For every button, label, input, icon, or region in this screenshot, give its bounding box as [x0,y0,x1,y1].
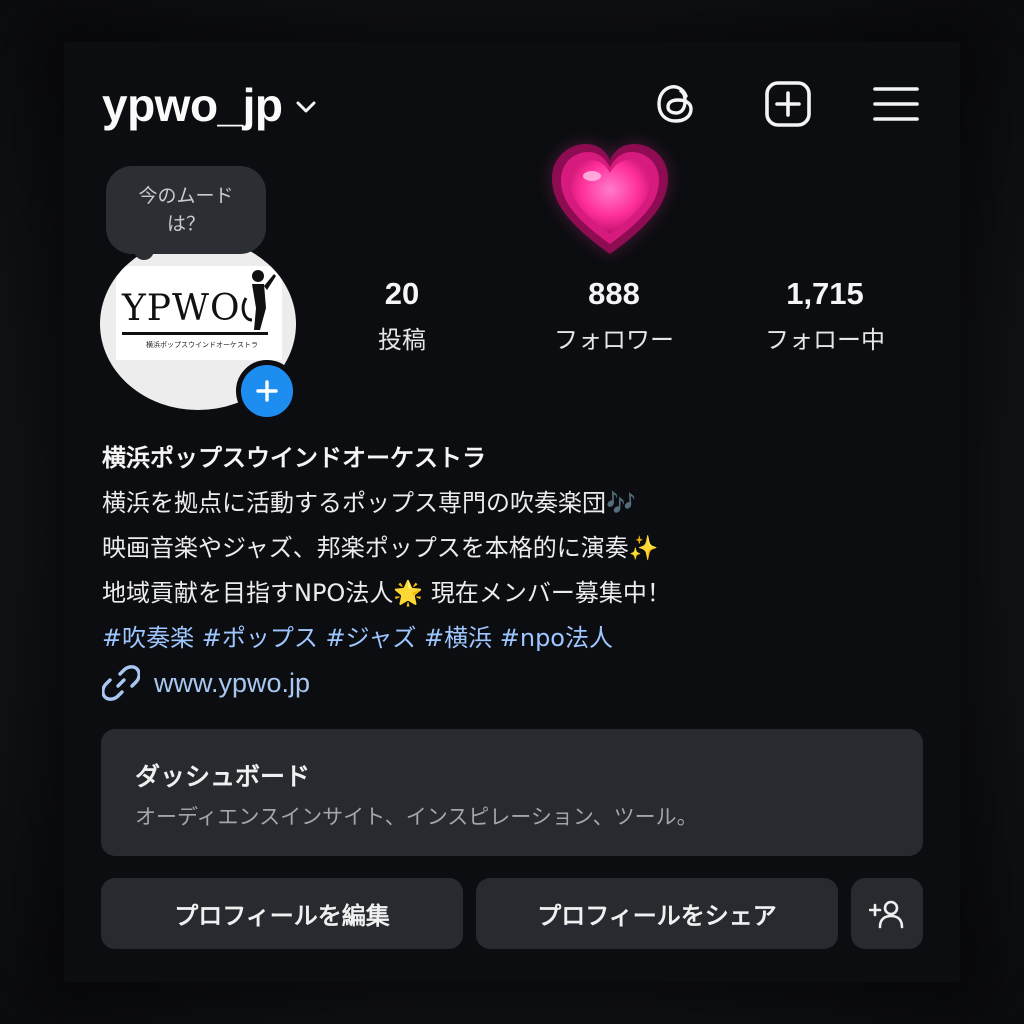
stat-value: 1,715 [786,276,864,311]
username-switcher[interactable]: ypwo_jp [102,78,317,132]
saxophone-player-icon [241,270,276,330]
mood-line-2: は？ [166,213,205,235]
edit-profile-label: プロフィールを編集 [174,902,390,930]
plus-icon [256,380,278,402]
stat-followers[interactable]: 888 フォロワー [524,276,704,355]
chevron-down-icon [295,99,317,118]
create-post-icon[interactable] [762,78,814,130]
link-url[interactable]: www.ypwo.jp [154,668,310,699]
mood-line-1: 今のムード [138,185,234,207]
bio-line: 地域貢献を目指すNPO法人🌟 現在メンバー募集中！ [102,579,671,607]
logo-subtitle: 横浜ポップスウインドオーケストラ [146,341,258,349]
professional-dashboard-card[interactable]: ダッシュボード オーディエンスインサイト、インスピレーション、ツール。 [101,729,923,856]
stat-label: 投稿 [378,326,426,354]
stat-value: 888 [588,276,640,311]
heart-sticker-icon [548,140,672,260]
edit-profile-button[interactable]: プロフィールを編集 [101,878,463,949]
stat-value: 20 [384,276,420,311]
logo-text: YPWO [122,288,241,329]
stat-label: フォロー中 [765,326,885,354]
mood-note-bubble[interactable]: 今のムード は？ [106,166,266,254]
bio-line: 映画音楽やジャズ、邦楽ポップスを本格的に演奏✨ [102,534,659,562]
ypwo-logo: YPWO 横浜ポップスウインドオーケストラ [116,266,282,360]
add-story-button[interactable] [236,360,298,422]
profile-screen: ypwo_jp YPWO 横浜ポップスウインドオーケストラ 今のムード は？ 2… [64,42,960,982]
profile-name: 横浜ポップスウインドオーケストラ [102,444,486,472]
dashboard-subtitle: オーディエンスインサイト、インスピレーション、ツール。 [135,805,698,829]
menu-icon[interactable] [870,78,922,130]
profile-bio: 横浜ポップスウインドオーケストラ 横浜を拠点に活動するポップス専門の吹奏楽団🎶 … [102,438,932,653]
share-profile-button[interactable]: プロフィールをシェア [476,878,838,949]
username: ypwo_jp [102,79,283,131]
discover-people-button[interactable] [851,878,923,949]
threads-icon[interactable] [650,78,702,130]
stat-label: フォロワー [554,326,674,354]
add-person-icon [869,900,904,928]
share-profile-label: プロフィールをシェア [537,902,777,930]
stat-posts[interactable]: 20 投稿 [342,276,462,355]
mood-bubble-tail [134,240,154,260]
bio-line: 横浜を拠点に活動するポップス専門の吹奏楽団🎶 [102,489,636,517]
profile-header: ypwo_jp [102,78,922,138]
profile-link[interactable]: www.ypwo.jp [102,664,310,702]
dashboard-title: ダッシュボード [135,762,311,791]
link-icon [102,665,140,701]
bio-hashtags[interactable]: #吹奏楽 #ポップス #ジャズ #横浜 #npo法人 [102,618,932,653]
stat-following[interactable]: 1,715 フォロー中 [740,276,910,355]
